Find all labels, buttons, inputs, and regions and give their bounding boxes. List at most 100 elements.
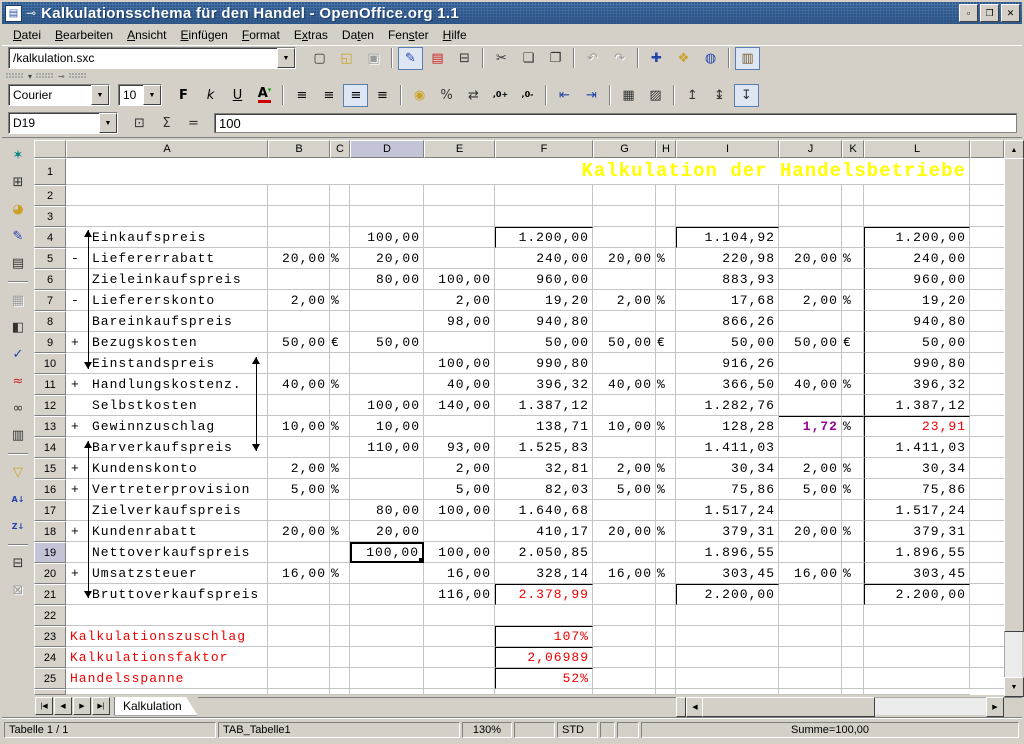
scroll-right-icon[interactable]: ▶	[986, 697, 1004, 717]
menu-bearbeiten[interactable]: Bearbeiten	[48, 26, 120, 44]
cell-I14[interactable]: 1.411,03	[676, 437, 779, 458]
cell-A22[interactable]	[66, 605, 268, 626]
row-header-25[interactable]: 25	[34, 668, 66, 689]
cell-K5[interactable]: %	[842, 248, 864, 269]
cell-H18[interactable]: %	[656, 521, 676, 542]
row-header-18[interactable]: 18	[34, 521, 66, 542]
cell-J22[interactable]	[779, 605, 842, 626]
cell-B5[interactable]: 20,00	[268, 248, 330, 269]
cell-I13[interactable]: 128,28	[676, 416, 779, 437]
cell-stub[interactable]	[970, 605, 1004, 626]
cell-E19[interactable]: 100,00	[424, 542, 495, 563]
cell-E14[interactable]: 93,00	[424, 437, 495, 458]
row-header-5[interactable]: 5	[34, 248, 66, 269]
data-sources-icon[interactable]: ▥	[6, 424, 31, 447]
cell-D6[interactable]: 80,00	[350, 269, 424, 290]
col-header-D[interactable]: D	[350, 140, 424, 158]
cell-K10[interactable]	[842, 353, 864, 374]
horizontal-scrollbar-thumb[interactable]	[702, 697, 875, 717]
cell-stub[interactable]	[970, 626, 1004, 647]
cell-F14[interactable]: 1.525,83	[495, 437, 593, 458]
cell-F5[interactable]: 240,00	[495, 248, 593, 269]
cell-G14[interactable]	[593, 437, 656, 458]
cell-D20[interactable]	[350, 563, 424, 584]
background-color-icon[interactable]: ▨	[643, 84, 668, 107]
align-top-icon[interactable]: ↥	[680, 84, 705, 107]
cell-A2[interactable]	[66, 185, 268, 206]
cell-I7[interactable]: 17,68	[676, 290, 779, 311]
cell-F7[interactable]: 19,20	[495, 290, 593, 311]
open-icon[interactable]: ◱	[334, 47, 359, 70]
cell-I17[interactable]: 1.517,24	[676, 500, 779, 521]
tab-scrollbar-splitter[interactable]	[676, 697, 686, 717]
cell-E17[interactable]: 100,00	[424, 500, 495, 521]
cell-H2[interactable]	[656, 185, 676, 206]
cell-I9[interactable]: 50,00	[676, 332, 779, 353]
cell-B22[interactable]	[268, 605, 330, 626]
cell-C14[interactable]	[330, 437, 350, 458]
cell-J17[interactable]	[779, 500, 842, 521]
cell-E3[interactable]	[424, 206, 495, 227]
cell-C22[interactable]	[330, 605, 350, 626]
cell-A23[interactable]: Kalkulationszuschlag	[66, 626, 268, 647]
cell-H5[interactable]: %	[656, 248, 676, 269]
cell-E6[interactable]: 100,00	[424, 269, 495, 290]
decrease-indent-icon[interactable]: ⇤	[552, 84, 577, 107]
cell-stub[interactable]	[970, 332, 1004, 353]
cell-J3[interactable]	[779, 206, 842, 227]
last-sheet-icon[interactable]: ▶|	[92, 697, 110, 715]
col-header-A[interactable]: A	[66, 140, 268, 158]
row-header-1[interactable]: 1	[34, 158, 66, 185]
row-header-2[interactable]: 2	[34, 185, 66, 206]
cell-stub[interactable]	[970, 158, 1004, 185]
cell-B19[interactable]	[268, 542, 330, 563]
cell-K16[interactable]: %	[842, 479, 864, 500]
cell-E2[interactable]	[424, 185, 495, 206]
paste-icon[interactable]: ❐	[543, 47, 568, 70]
cell-B7[interactable]: 2,00	[268, 290, 330, 311]
cell-C15[interactable]: %	[330, 458, 350, 479]
cell-D3[interactable]	[350, 206, 424, 227]
cell-H17[interactable]	[656, 500, 676, 521]
align-bottom-icon[interactable]: ↧	[734, 84, 759, 107]
cell-stub[interactable]	[970, 374, 1004, 395]
cell-C12[interactable]	[330, 395, 350, 416]
cell-K3[interactable]	[842, 206, 864, 227]
cell-E10[interactable]: 100,00	[424, 353, 495, 374]
cell-B20[interactable]: 16,00	[268, 563, 330, 584]
row-header-9[interactable]: 9	[34, 332, 66, 353]
cell-H14[interactable]	[656, 437, 676, 458]
cell-D17[interactable]: 80,00	[350, 500, 424, 521]
autoformat-icon[interactable]: ◧	[6, 316, 31, 339]
cell-B8[interactable]	[268, 311, 330, 332]
cell-A19[interactable]: Nettoverkaufspreis	[66, 542, 268, 563]
cell-L14[interactable]: 1.411,03	[864, 437, 970, 458]
cell-E12[interactable]: 140,00	[424, 395, 495, 416]
insert-cells-icon[interactable]: ⊞	[6, 171, 31, 194]
cell-stub[interactable]	[970, 290, 1004, 311]
cell-I21[interactable]: 2.200,00	[676, 584, 779, 605]
cell-K17[interactable]	[842, 500, 864, 521]
cell-H11[interactable]: %	[656, 374, 676, 395]
cell-E13[interactable]	[424, 416, 495, 437]
cell-I11[interactable]: 366,50	[676, 374, 779, 395]
cell-D7[interactable]	[350, 290, 424, 311]
cell-G24[interactable]	[593, 647, 656, 668]
cell-C18[interactable]: %	[330, 521, 350, 542]
cell-C7[interactable]: %	[330, 290, 350, 311]
form-controls-icon[interactable]: ▤	[6, 252, 31, 275]
cell-J11[interactable]: 40,00	[779, 374, 842, 395]
cell-C17[interactable]	[330, 500, 350, 521]
row-header-13[interactable]: 13	[34, 416, 66, 437]
cell-I4[interactable]: 1.104,92	[676, 227, 779, 248]
autofilter-icon[interactable]: ▽	[6, 461, 31, 484]
cell-G5[interactable]: 20,00	[593, 248, 656, 269]
cell-E25[interactable]	[424, 668, 495, 689]
cell-stub[interactable]	[970, 437, 1004, 458]
cell-G25[interactable]	[593, 668, 656, 689]
col-header-J[interactable]: J	[779, 140, 842, 158]
row-header-24[interactable]: 24	[34, 647, 66, 668]
add-decimal-icon[interactable]: ,0+	[488, 84, 513, 107]
cell-A6[interactable]: Zieleinkaufspreis	[66, 269, 268, 290]
cell-I2[interactable]	[676, 185, 779, 206]
